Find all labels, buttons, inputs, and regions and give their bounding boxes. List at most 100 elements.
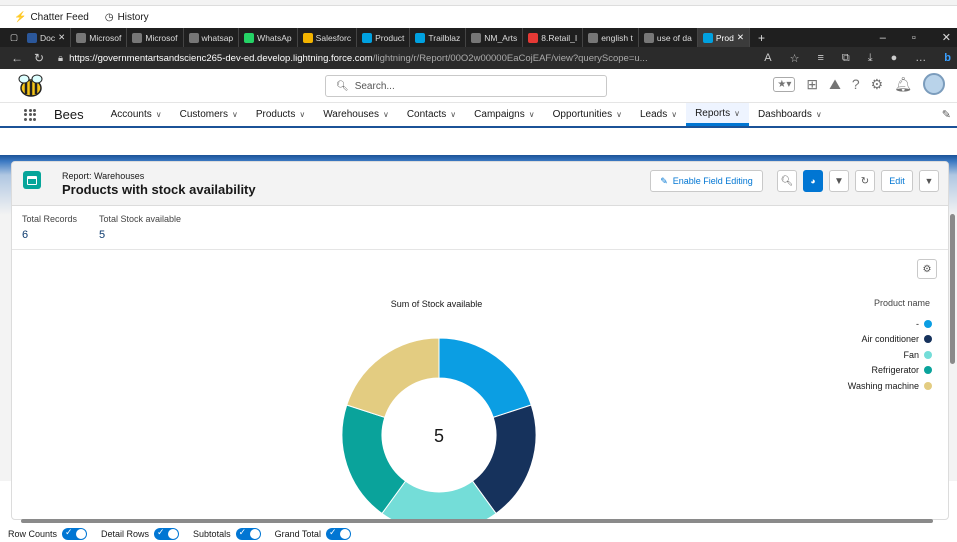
vertical-scrollbar[interactable] [948, 206, 957, 518]
toggle-switch[interactable] [235, 527, 261, 540]
nav-item-label: Customers [179, 109, 228, 120]
chevron-down-icon[interactable]: ∨ [299, 110, 305, 119]
nav-item-contacts[interactable]: Contacts ∨ [398, 103, 465, 126]
nav-item-reports[interactable]: Reports ∨ [686, 103, 749, 126]
nav-item-dashboards[interactable]: Dashboards ∨ [749, 103, 831, 126]
total-stock-value: 5 [99, 229, 106, 241]
browser-tab-label: NM_Arts [484, 32, 518, 43]
edit-button[interactable]: Edit [881, 170, 913, 192]
more-actions-button[interactable]: ▼ [919, 170, 939, 192]
chatter-feed-link[interactable]: ⚡ Chatter Feed [14, 12, 89, 23]
edit-nav-pencil-icon[interactable]: ✎ [942, 108, 951, 121]
close-tab-icon[interactable]: ✕ [58, 32, 65, 43]
refresh-icon[interactable]: ↻ [28, 51, 50, 65]
filter-button[interactable]: ▼ [829, 170, 849, 192]
restore-button[interactable]: ▫ [912, 32, 916, 44]
global-actions-icon[interactable]: ⊞ [806, 76, 818, 93]
minimize-button[interactable]: – [880, 32, 886, 44]
app-name: Bees [54, 107, 84, 122]
browser-tab[interactable]: Doc ✕ [22, 28, 72, 47]
chevron-down-icon[interactable]: ∨ [671, 110, 677, 119]
browser-tab[interactable]: Prod ✕ [697, 28, 750, 47]
chevron-down-icon[interactable]: ∨ [816, 110, 822, 119]
legend-swatch [924, 381, 932, 390]
chart-toggle-button[interactable]: ◕ [803, 170, 823, 192]
chevron-down-icon[interactable]: ∨ [616, 110, 622, 119]
enable-field-editing-button[interactable]: ✎ Enable Field Editing [650, 170, 763, 192]
chevron-down-icon[interactable]: ∨ [450, 110, 456, 119]
toggle-switch[interactable] [325, 527, 351, 540]
close-tab-icon[interactable]: ✕ [737, 32, 744, 43]
donut-slice-blank[interactable] [438, 337, 532, 419]
browser-tab[interactable]: english t [583, 28, 639, 47]
browser-tab[interactable]: Microsof [127, 28, 184, 47]
url-field[interactable]: 🔒︎ https://governmentartsandscienc265-de… [58, 53, 648, 64]
nav-item-customers[interactable]: Customers ∨ [171, 103, 247, 126]
donut-slice-washing-machine[interactable] [346, 337, 440, 419]
nav-item-accounts[interactable]: Accounts ∨ [102, 103, 171, 126]
tab-actions-icon[interactable]: ▢ [6, 32, 22, 43]
report-header: Report: Warehouses Products with stock a… [12, 162, 948, 206]
toggle-detail-rows[interactable]: Detail Rows [101, 527, 180, 540]
horizontal-scrollbar[interactable] [11, 517, 949, 525]
browser-tab-label: whatsap [201, 32, 234, 43]
legend-item[interactable]: Air conditioner [848, 332, 932, 348]
toggle-subtotals[interactable]: Subtotals [193, 527, 261, 540]
browser-tab[interactable]: Product [357, 28, 411, 47]
more-icon[interactable]: … [915, 52, 926, 64]
global-search-input[interactable]: 🔍︎ Search... [325, 75, 607, 97]
browser-tab[interactable]: NM_Arts [466, 28, 524, 47]
notifications-bell-icon[interactable]: 🔔︎ [894, 76, 912, 93]
back-icon[interactable]: ← [6, 51, 28, 65]
browser-tab[interactable]: WhatsAp [239, 28, 298, 47]
nav-item-products[interactable]: Products ∨ [247, 103, 314, 126]
profile-icon[interactable]: ● [891, 52, 898, 64]
new-tab-button[interactable]: + [758, 31, 765, 45]
browser-tab[interactable]: 8.Retail_I [523, 28, 584, 47]
nav-item-campaigns[interactable]: Campaigns ∨ [465, 103, 543, 126]
toggle-switch[interactable] [62, 527, 88, 540]
favorites-icon[interactable]: ≡ [817, 52, 823, 64]
legend-item[interactable]: Washing machine [848, 378, 932, 394]
toggle-row-counts[interactable]: Row Counts [8, 527, 88, 540]
browser-tab[interactable]: Trailblaz [410, 28, 467, 47]
favorite-star-icon[interactable]: ☆ [790, 52, 800, 65]
browser-tab[interactable]: use of da [639, 28, 698, 47]
nav-item-leads[interactable]: Leads ∨ [631, 103, 686, 126]
bing-icon[interactable]: b [944, 52, 951, 64]
nav-item-warehouses[interactable]: Warehouses ∨ [314, 103, 398, 126]
browser-tab[interactable]: whatsap [184, 28, 240, 47]
legend-item[interactable]: Fan [848, 347, 932, 363]
favorites-star-icon[interactable]: ★▾ [773, 76, 796, 92]
chevron-down-icon[interactable]: ∨ [156, 110, 162, 119]
read-aloud-icon[interactable]: A [764, 52, 771, 64]
browser-tab-label: Microsof [89, 32, 122, 43]
refresh-report-button[interactable]: ↻ [855, 170, 875, 192]
toggle-switch[interactable] [154, 527, 180, 540]
chart-settings-button[interactable]: ⚙ [917, 259, 937, 279]
chevron-down-icon[interactable]: ∨ [529, 110, 535, 119]
browser-tab[interactable]: Salesforc [298, 28, 358, 47]
downloads-icon[interactable]: ⤓ [868, 52, 873, 65]
chevron-down-icon[interactable]: ∨ [383, 110, 389, 119]
chevron-down-icon[interactable]: ∨ [734, 109, 740, 118]
legend-item[interactable]: - [848, 316, 932, 332]
history-link[interactable]: ◷ History [105, 12, 149, 23]
browser-tab[interactable]: Microsof [71, 28, 128, 47]
tab-favicon-icon [362, 32, 373, 43]
chevron-down-icon[interactable]: ∨ [232, 110, 238, 119]
collections-icon[interactable]: ⧉ [842, 52, 850, 65]
legend-item[interactable]: Refrigerator [848, 363, 932, 379]
search-report-button[interactable]: 🔍︎ [777, 170, 797, 192]
app-launcher-icon[interactable] [24, 108, 36, 121]
toggle-label: Grand Total [274, 528, 321, 539]
tab-favicon-icon [188, 32, 199, 43]
close-window-button[interactable]: ✕ [942, 31, 951, 44]
nav-item-opportunities[interactable]: Opportunities ∨ [544, 103, 631, 126]
trailhead-icon[interactable]: ⛰ [829, 76, 841, 93]
bee-logo-icon [16, 73, 46, 99]
avatar[interactable] [923, 73, 945, 95]
setup-gear-icon[interactable]: ⚙ [871, 76, 884, 93]
help-icon[interactable]: ? [852, 76, 860, 92]
toggle-grand-total[interactable]: Grand Total [274, 527, 351, 540]
